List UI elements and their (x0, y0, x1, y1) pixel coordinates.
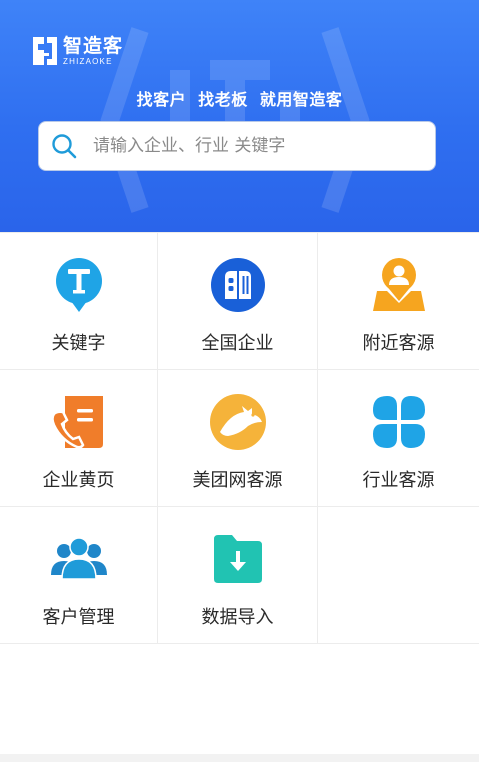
building-icon (210, 258, 265, 312)
grid-item-label: 行业客源 (362, 470, 435, 491)
search-bar[interactable] (38, 121, 436, 171)
clover-icon (372, 396, 425, 448)
grid-item-label: 客户管理 (42, 607, 115, 628)
logo-subtitle: ZHIZAOKE (63, 56, 113, 66)
grid-item-label: 企业黄页 (42, 470, 115, 491)
grid-item-label: 附近客源 (362, 333, 435, 354)
grid-item-label: 数据导入 (201, 607, 274, 628)
grid-item-data-import[interactable]: 数据导入 (158, 507, 318, 644)
bottom-divider (0, 754, 479, 762)
header: 智造客 ZHIZAOKE 找客户 找老板 就用智造客 (0, 0, 479, 232)
grid-empty-cell (318, 507, 479, 644)
location-person-icon (372, 258, 425, 311)
feature-grid: 关键字 全国企业 附近客源 企业黄页 美团网客源 行业客源 客户管理 数据导入 (0, 232, 479, 644)
grid-item-label: 美团网客源 (192, 470, 283, 491)
grid-item-label: 全国企业 (201, 333, 274, 354)
people-icon (50, 537, 107, 580)
phone-doc-icon (50, 396, 103, 449)
logo-mark-icon (33, 37, 57, 65)
grid-item-national-enterprises[interactable]: 全国企业 (158, 233, 318, 370)
grid-item-keyword[interactable]: 关键字 (0, 233, 158, 370)
logo-title: 智造客 (63, 34, 124, 57)
kangaroo-icon (209, 394, 266, 450)
background-watermark (100, 27, 370, 213)
app-logo: 智造客 ZHIZAOKE (30, 34, 123, 68)
grid-item-meituan-customers[interactable]: 美团网客源 (158, 370, 318, 507)
grid-item-industry-customers[interactable]: 行业客源 (318, 370, 479, 507)
grid-item-label: 关键字 (51, 333, 106, 354)
search-input[interactable] (93, 136, 413, 156)
keyword-t-icon (55, 258, 102, 312)
grid-item-yellow-pages[interactable]: 企业黄页 (0, 370, 158, 507)
grid-item-nearby-customers[interactable]: 附近客源 (318, 233, 479, 370)
grid-item-customer-management[interactable]: 客户管理 (0, 507, 158, 644)
search-icon (52, 134, 77, 159)
slogan: 找客户 找老板 就用智造客 (136, 90, 343, 109)
folder-import-icon (213, 535, 262, 583)
